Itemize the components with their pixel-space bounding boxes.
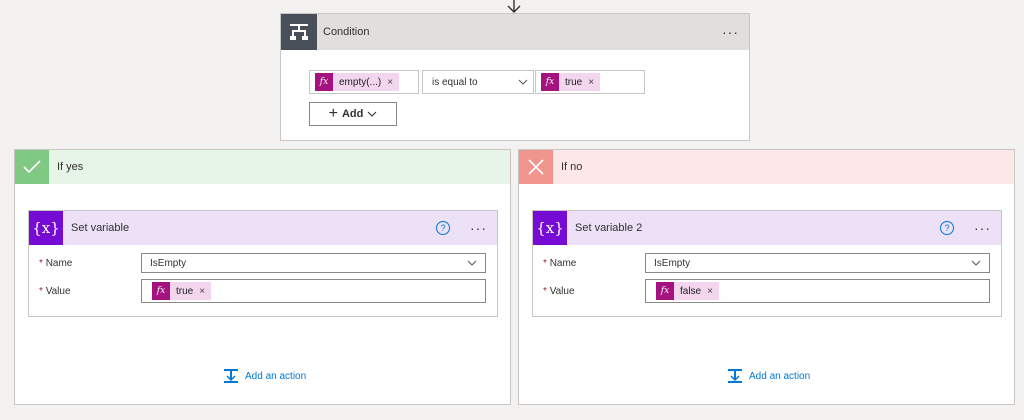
token-label: empty(...) <box>339 76 382 88</box>
add-an-action-link[interactable]: Add an action <box>223 368 306 384</box>
if-no-header[interactable]: If no <box>519 150 1014 184</box>
add-action-label: Add an action <box>245 370 307 382</box>
value-field-row: * Value fx true × <box>39 279 486 303</box>
chevron-down-icon <box>467 260 477 266</box>
name-value: IsEmpty <box>150 257 187 269</box>
add-an-action-link[interactable]: Add an action <box>727 368 810 384</box>
if-no-title: If no <box>561 161 583 173</box>
condition-menu-button[interactable]: ··· <box>722 25 749 39</box>
variable-icon: {x} <box>29 211 63 245</box>
token-label: false <box>680 285 702 297</box>
remove-token-button[interactable]: × <box>588 77 594 88</box>
fx-icon: fx <box>152 282 170 300</box>
set-variable-2-title: Set variable 2 <box>575 222 643 234</box>
set-variable-2-card: {x} Set variable 2 ? ··· * Name IsEmpty … <box>532 210 1002 317</box>
value-field-row: * Value fx false × <box>543 279 990 303</box>
set-variable-title: Set variable <box>71 222 130 234</box>
expression-token[interactable]: fx false × <box>656 282 719 300</box>
value-input[interactable]: fx false × <box>645 279 990 303</box>
help-icon[interactable]: ? <box>436 221 450 235</box>
action-menu-button[interactable]: ··· <box>974 221 1001 235</box>
if-yes-branch: If yes {x} Set variable ? ··· * Name IsE… <box>14 149 511 405</box>
close-icon <box>519 150 553 184</box>
condition-right-operand[interactable]: fx true × <box>535 70 645 94</box>
add-action-label: Add an action <box>749 370 811 382</box>
expression-token[interactable]: fx true × <box>541 73 601 91</box>
name-value: IsEmpty <box>654 257 691 269</box>
condition-row: fx empty(...) × is equal to fx true × <box>309 70 645 94</box>
check-icon <box>15 150 49 184</box>
remove-token-button[interactable]: × <box>199 286 205 297</box>
if-yes-header[interactable]: If yes <box>15 150 510 184</box>
if-no-branch: If no {x} Set variable 2 ? ··· * Name Is… <box>518 149 1015 405</box>
chevron-down-icon <box>518 79 528 85</box>
name-field-row: * Name IsEmpty <box>543 253 990 273</box>
condition-icon <box>281 14 317 50</box>
plus-icon: + <box>328 105 338 122</box>
set-variable-header[interactable]: {x} Set variable ? ··· <box>29 211 497 245</box>
name-label: * Name <box>543 257 577 269</box>
condition-card: Condition ··· fx empty(...) × is equal t… <box>280 13 750 141</box>
expression-token[interactable]: fx true × <box>152 282 212 300</box>
name-field-row: * Name IsEmpty <box>39 253 486 273</box>
help-icon[interactable]: ? <box>940 221 954 235</box>
add-label: Add <box>341 108 364 120</box>
add-action-icon <box>728 369 742 383</box>
action-menu-button[interactable]: ··· <box>470 221 497 235</box>
add-action-icon <box>224 369 238 383</box>
variable-icon: {x} <box>533 211 567 245</box>
condition-header[interactable]: Condition ··· <box>281 14 749 50</box>
remove-token-button[interactable]: × <box>387 77 393 88</box>
fx-icon: fx <box>541 73 559 91</box>
expression-token[interactable]: fx empty(...) × <box>315 73 400 91</box>
fx-icon: fx <box>656 282 674 300</box>
remove-token-button[interactable]: × <box>707 286 713 297</box>
value-label: * Value <box>39 285 71 297</box>
condition-left-operand[interactable]: fx empty(...) × <box>309 70 419 94</box>
chevron-down-icon <box>367 111 377 117</box>
fx-icon: fx <box>315 73 333 91</box>
add-condition-button[interactable]: + Add <box>309 102 397 126</box>
condition-title: Condition <box>323 26 370 38</box>
set-variable-card: {x} Set variable ? ··· * Name IsEmpty * … <box>28 210 498 317</box>
operator-value: is equal to <box>432 76 478 88</box>
if-yes-title: If yes <box>57 161 84 173</box>
operator-select[interactable]: is equal to <box>422 70 534 94</box>
token-label: true <box>565 76 583 88</box>
token-label: true <box>176 285 194 297</box>
value-label: * Value <box>543 285 575 297</box>
name-select[interactable]: IsEmpty <box>645 253 990 273</box>
flow-arrow-icon <box>507 0 521 13</box>
name-select[interactable]: IsEmpty <box>141 253 486 273</box>
value-input[interactable]: fx true × <box>141 279 486 303</box>
name-label: * Name <box>39 257 73 269</box>
set-variable-2-header[interactable]: {x} Set variable 2 ? ··· <box>533 211 1001 245</box>
chevron-down-icon <box>971 260 981 266</box>
